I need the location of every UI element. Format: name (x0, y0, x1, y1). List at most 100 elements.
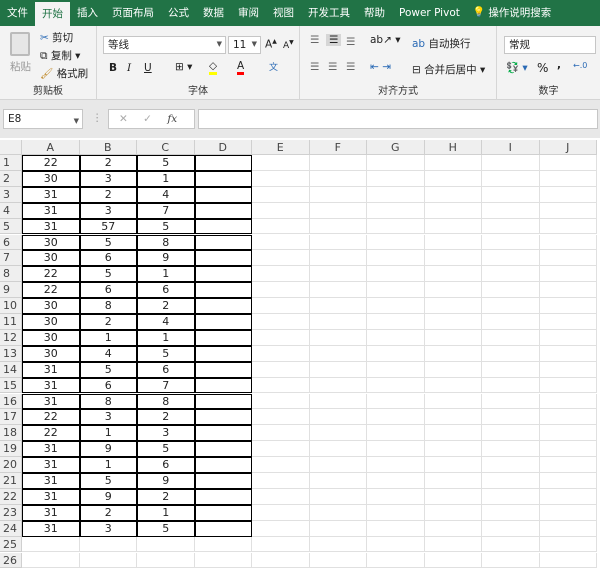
cell-E3[interactable] (252, 187, 310, 203)
cell-G16[interactable] (367, 394, 425, 410)
cell-G24[interactable] (367, 521, 425, 537)
cell-I3[interactable] (482, 187, 540, 203)
cell-H20[interactable] (425, 457, 483, 473)
cell-C11[interactable]: 4 (137, 314, 195, 330)
cell-D22[interactable] (195, 489, 253, 505)
cell-E16[interactable] (252, 394, 310, 410)
cell-J1[interactable] (540, 155, 598, 171)
cell-G22[interactable] (367, 489, 425, 505)
cell-B2[interactable]: 3 (80, 171, 138, 187)
cell-F24[interactable] (310, 521, 368, 537)
cell-I8[interactable] (482, 266, 540, 282)
cell-A10[interactable]: 30 (22, 298, 80, 314)
align-top-icon[interactable]: ☰ (310, 34, 319, 46)
cut-button[interactable]: ✂ 剪切 (40, 30, 73, 45)
row-header[interactable]: 4 (0, 203, 22, 219)
cell-G5[interactable] (367, 219, 425, 235)
cell-A6[interactable]: 30 (22, 235, 80, 251)
cell-D19[interactable] (195, 441, 253, 457)
cell-E5[interactable] (252, 219, 310, 235)
cell-F22[interactable] (310, 489, 368, 505)
cell-E13[interactable] (252, 346, 310, 362)
cell-H3[interactable] (425, 187, 483, 203)
cell-C9[interactable]: 6 (137, 282, 195, 298)
row-header[interactable]: 26 (0, 553, 22, 568)
cell-G12[interactable] (367, 330, 425, 346)
cell-F9[interactable] (310, 282, 368, 298)
column-header-E[interactable]: E (252, 140, 310, 155)
row-header[interactable]: 14 (0, 362, 22, 378)
cell-C19[interactable]: 5 (137, 441, 195, 457)
cell-E24[interactable] (252, 521, 310, 537)
cell-F8[interactable] (310, 266, 368, 282)
cell-G19[interactable] (367, 441, 425, 457)
cell-G13[interactable] (367, 346, 425, 362)
row-header[interactable]: 6 (0, 235, 22, 251)
cell-A25[interactable] (22, 537, 80, 553)
row-header[interactable]: 18 (0, 425, 22, 441)
cell-G17[interactable] (367, 409, 425, 425)
cell-D6[interactable] (195, 235, 253, 251)
cell-D1[interactable] (195, 155, 253, 171)
cell-D24[interactable] (195, 521, 253, 537)
cell-C21[interactable]: 9 (137, 473, 195, 489)
align-center-icon[interactable]: ☰ (328, 61, 337, 73)
drag-handle[interactable]: ⋮ (92, 112, 103, 124)
cell-G15[interactable] (367, 378, 425, 394)
orientation-icon[interactable]: ab↗ ▾ (370, 34, 401, 46)
cell-A11[interactable]: 30 (22, 314, 80, 330)
cell-I19[interactable] (482, 441, 540, 457)
cell-D9[interactable] (195, 282, 253, 298)
row-header[interactable]: 1 (0, 155, 22, 171)
cell-I14[interactable] (482, 362, 540, 378)
cell-J16[interactable] (540, 394, 598, 410)
align-bottom-icon[interactable]: ☰ (346, 36, 355, 48)
cell-J13[interactable] (540, 346, 598, 362)
cell-I20[interactable] (482, 457, 540, 473)
align-right-icon[interactable]: ☰ (346, 61, 355, 73)
number-format-select[interactable]: 常规 (504, 36, 596, 54)
cell-E20[interactable] (252, 457, 310, 473)
cell-B18[interactable]: 1 (80, 425, 138, 441)
cell-B5[interactable]: 57 (80, 219, 138, 235)
cell-I18[interactable] (482, 425, 540, 441)
cell-F12[interactable] (310, 330, 368, 346)
font-name-select[interactable]: 等线▼ (103, 36, 226, 54)
cell-B1[interactable]: 2 (80, 155, 138, 171)
cell-B10[interactable]: 8 (80, 298, 138, 314)
cell-C12[interactable]: 1 (137, 330, 195, 346)
cell-J11[interactable] (540, 314, 598, 330)
cell-B12[interactable]: 1 (80, 330, 138, 346)
cell-C17[interactable]: 2 (137, 409, 195, 425)
cell-F13[interactable] (310, 346, 368, 362)
cell-C18[interactable]: 3 (137, 425, 195, 441)
cell-D3[interactable] (195, 187, 253, 203)
cell-I5[interactable] (482, 219, 540, 235)
format-painter-button[interactable]: 🖌 格式刷 (40, 66, 88, 81)
border-icon[interactable]: ⊞ ▾ (175, 61, 192, 73)
row-header[interactable]: 15 (0, 378, 22, 394)
cell-A15[interactable]: 31 (22, 378, 80, 394)
cell-B20[interactable]: 1 (80, 457, 138, 473)
cell-I13[interactable] (482, 346, 540, 362)
cell-D18[interactable] (195, 425, 253, 441)
cell-E18[interactable] (252, 425, 310, 441)
formula-input[interactable] (198, 109, 598, 129)
increase-decimal-icon[interactable]: ←.0 (573, 61, 587, 70)
cell-H8[interactable] (425, 266, 483, 282)
cell-D2[interactable] (195, 171, 253, 187)
cell-C13[interactable]: 5 (137, 346, 195, 362)
cell-G8[interactable] (367, 266, 425, 282)
cell-C5[interactable]: 5 (137, 219, 195, 235)
cell-J23[interactable] (540, 505, 598, 521)
cell-C4[interactable]: 7 (137, 203, 195, 219)
cell-H22[interactable] (425, 489, 483, 505)
increase-font-icon[interactable]: A▲ (265, 38, 277, 51)
row-header[interactable]: 3 (0, 187, 22, 203)
cell-B16[interactable]: 8 (80, 394, 138, 410)
cell-A1[interactable]: 22 (22, 155, 80, 171)
cell-D16[interactable] (195, 394, 253, 410)
cell-E12[interactable] (252, 330, 310, 346)
row-header[interactable]: 17 (0, 409, 22, 425)
tab-11[interactable]: 操作说明搜索 (485, 0, 558, 26)
